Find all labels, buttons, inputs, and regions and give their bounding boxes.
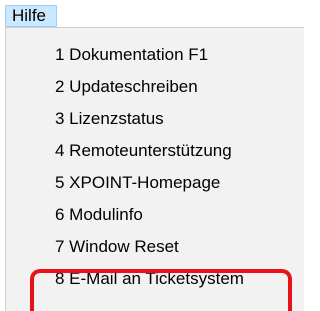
menu-item-window-reset[interactable]: 7 Window Reset — [55, 231, 285, 263]
highlight-annotation — [30, 269, 292, 311]
menu-item-lizenzstatus[interactable]: 3 Lizenzstatus — [55, 103, 285, 135]
menu-item-dokumentation[interactable]: 1 Dokumentation F1 — [55, 39, 285, 71]
menu-item-modulinfo[interactable]: 6 Modulinfo — [55, 199, 285, 231]
menu-item-homepage[interactable]: 5 XPOINT-Homepage — [55, 167, 285, 199]
menu-item-remoteunterstuetzung[interactable]: 4 Remoteunterstützung — [55, 135, 285, 167]
menu-bar: Hilfe — [0, 0, 304, 29]
menu-hilfe[interactable]: Hilfe — [5, 5, 57, 27]
menu-item-updateschreiben[interactable]: 2 Updateschreiben — [55, 71, 285, 103]
screen: Hilfe 1 Dokumentation F1 2 Updateschreib… — [0, 0, 304, 311]
